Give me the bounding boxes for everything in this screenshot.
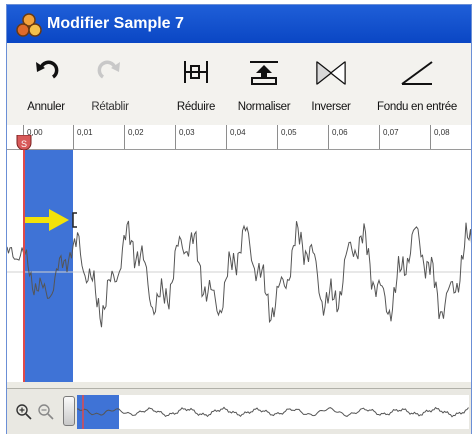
ruler-tick-line [124,125,125,149]
app-icon [16,13,42,37]
playhead[interactable] [23,150,25,382]
fade-in-label: Fondu en entrée [377,101,457,113]
ruler-tick-line [73,125,74,149]
redo-label: Rétablir [91,101,129,113]
overview-waveform[interactable] [77,395,469,429]
waveform-line [7,220,471,328]
ruler-tick-label: 0,01 [77,128,93,137]
sample-editor-window: Modifier Sample 7 Annuler Rétablir Rédui… [6,4,472,434]
ruler-tick-line [379,125,380,149]
zoom-in-icon[interactable] [15,403,33,421]
ruler-tick-label: 0,05 [281,128,297,137]
reverse-label: Inverser [311,101,351,113]
undo-button[interactable]: Annuler [15,43,77,125]
normalize-button[interactable]: Normaliser [233,43,295,125]
fade-in-button[interactable]: Fondu en entrée [365,43,469,125]
ruler-tick-line [430,125,431,149]
redo-icon [97,60,120,79]
zoom-slider-thumb[interactable] [63,396,75,426]
waveform-editor[interactable] [7,150,471,382]
start-marker-label: S [21,139,27,149]
overview-waveform-line [77,406,469,418]
window-title: Modifier Sample 7 [47,15,184,32]
ruler-tick-line [226,125,227,149]
ruler-tick-label: 0,07 [383,128,399,137]
ruler-tick-label: 0,06 [332,128,348,137]
ruler-tick-label: 0,04 [230,128,246,137]
start-marker[interactable]: S [16,135,32,151]
waveform [7,220,471,328]
ruler-tick-line [328,125,329,149]
trim-icon [184,61,208,83]
title-bar[interactable]: Modifier Sample 7 [7,5,471,43]
ruler-tick-label: 0,02 [128,128,144,137]
ruler-tick-label: 0,03 [179,128,195,137]
undo-icon [36,60,59,79]
overview-bar [7,388,471,434]
overview-waveform-graphic [77,395,469,429]
ruler-tick-line [175,125,176,149]
redo-button[interactable]: Rétablir [79,43,141,125]
normalize-label: Normaliser [237,101,291,113]
ruler-tick-line [277,125,278,149]
reverse-icon [316,60,346,86]
toolbar: Annuler Rétablir Réduire Normaliser Inve… [7,43,471,126]
time-ruler[interactable]: 0,00 0,01 0,02 0,03 0,04 0,05 0,06 0,07 … [7,125,471,151]
trim-button[interactable]: Réduire [167,43,225,125]
marker-arrow-icon [25,209,77,231]
undo-label: Annuler [27,101,65,113]
reverse-button[interactable]: Inverser [303,43,359,125]
ruler-tick-label: 0,08 [434,128,450,137]
zoom-out-icon[interactable] [37,403,55,421]
fade-in-icon [401,61,433,85]
trim-label: Réduire [176,101,216,113]
normalize-icon [250,61,278,85]
